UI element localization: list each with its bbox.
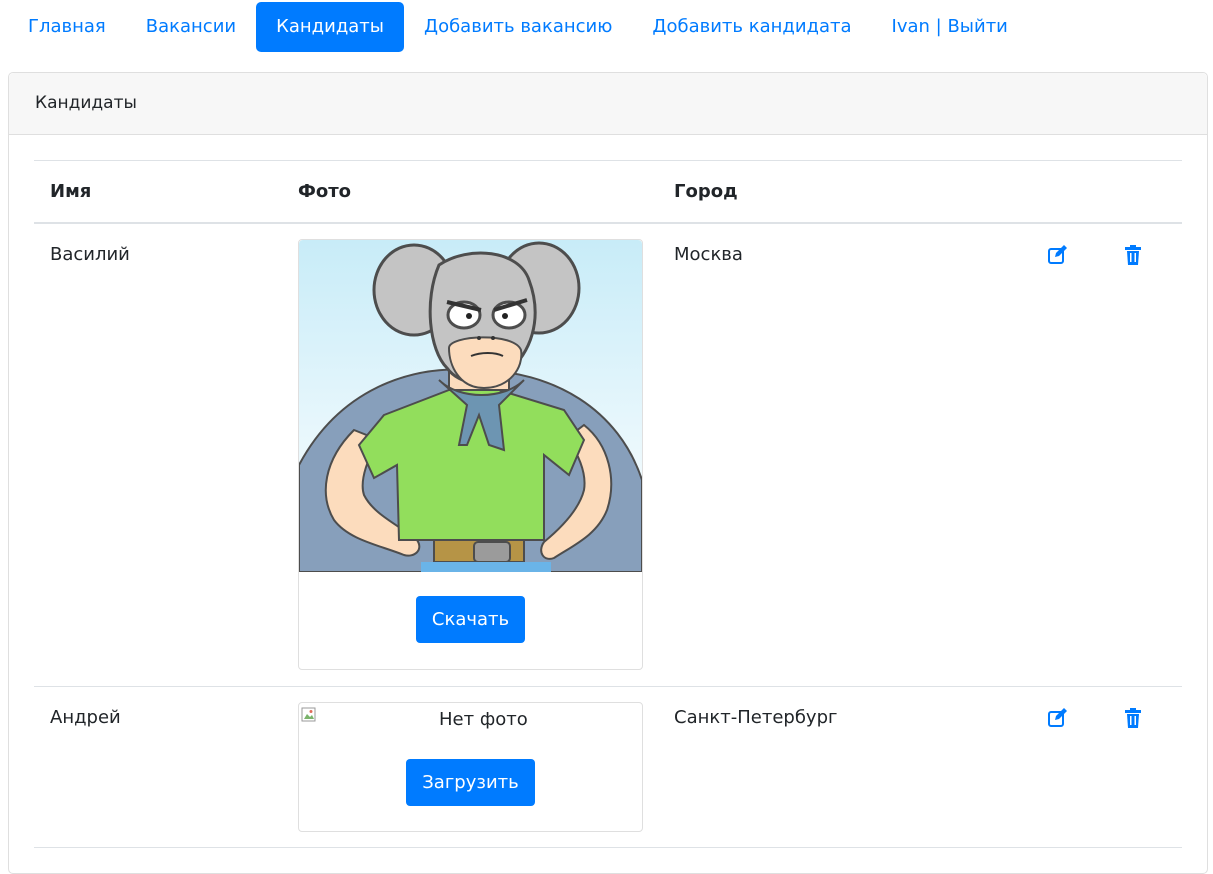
table-row: Василий Скачать Москва (34, 224, 1182, 687)
header-city: Город (674, 181, 738, 202)
candidates-table: Имя Фото Город Василий Скачать Москва Ан… (34, 160, 1182, 848)
candidate-name: Василий (50, 244, 130, 265)
nav-user-logout[interactable]: Ivan | Выйти (872, 2, 1028, 52)
candidate-city: Москва (674, 244, 743, 265)
broken-image-icon (301, 707, 317, 723)
nav-add-candidate[interactable]: Добавить кандидата (632, 2, 871, 52)
header-photo: Фото (298, 181, 352, 202)
photo-card: Нет фото Загрузить (298, 702, 643, 832)
no-photo-text: Нет фото (439, 709, 528, 730)
edit-icon[interactable] (1047, 707, 1069, 729)
nav-candidates[interactable]: Кандидаты (256, 2, 404, 52)
download-button[interactable]: Скачать (415, 596, 526, 643)
photo-actions: Загрузить (299, 739, 642, 806)
edit-icon[interactable] (1047, 244, 1069, 266)
photo-placeholder: Нет фото (299, 703, 642, 739)
header-name: Имя (50, 181, 92, 202)
photo-actions: Скачать (299, 572, 642, 643)
trash-icon[interactable] (1122, 707, 1144, 729)
trash-icon[interactable] (1122, 244, 1144, 266)
nav-add-vacancy[interactable]: Добавить вакансию (404, 2, 632, 52)
candidate-name: Андрей (50, 707, 121, 728)
card-title: Кандидаты (9, 73, 1207, 135)
photo-card: Скачать (298, 239, 643, 670)
table-row: Андрей Нет фото Загрузить Санкт-Петербур… (34, 687, 1182, 848)
main-nav: Главная Вакансии Кандидаты Добавить вака… (8, 2, 1028, 52)
candidate-photo (299, 240, 642, 572)
table-header: Имя Фото Город (34, 160, 1182, 224)
nav-home[interactable]: Главная (8, 2, 126, 52)
candidates-card: Кандидаты Имя Фото Город Василий Скачать… (8, 72, 1208, 874)
nav-vacancies[interactable]: Вакансии (126, 2, 256, 52)
upload-button[interactable]: Загрузить (406, 759, 535, 806)
candidate-city: Санкт-Петербург (674, 707, 838, 728)
